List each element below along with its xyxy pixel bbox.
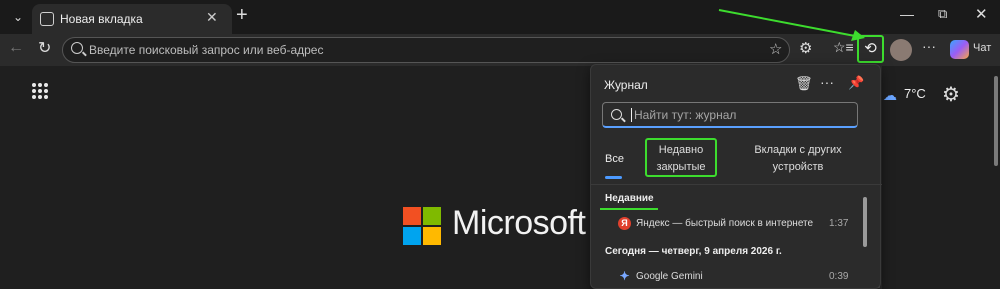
history-search-input[interactable]: Найти тут: журнал — [602, 102, 858, 128]
settings-more-button[interactable]: ··· — [922, 38, 936, 54]
weather-icon[interactable]: ☁ — [883, 87, 897, 104]
address-bar-placeholder: Введите поисковый запрос или веб-адрес — [89, 43, 324, 57]
back-button[interactable]: ← — [8, 39, 24, 57]
history-item[interactable]: Я Яндекс — быстрый поиск в интернете 1:3… — [591, 213, 861, 235]
text-cursor — [631, 108, 632, 122]
history-more-options-button[interactable]: ··· — [820, 74, 834, 90]
gemini-icon: ✦ — [619, 269, 630, 283]
pin-panel-icon[interactable]: 📌 — [848, 75, 864, 91]
yandex-icon: Я — [618, 217, 631, 230]
history-scrollbar[interactable] — [862, 189, 868, 288]
delete-history-icon[interactable]: 🗑 — [795, 75, 813, 92]
tab-other-devices[interactable]: Вкладки с других устройств — [739, 142, 857, 176]
copilot-icon[interactable] — [950, 40, 969, 59]
tab-title: Новая вкладка — [60, 12, 143, 26]
minimize-button[interactable]: — — [900, 6, 914, 22]
browser-tab[interactable]: Новая вкладка ✕ — [32, 4, 232, 34]
profile-avatar[interactable] — [890, 39, 912, 61]
microsoft-brand-text: Microsoft — [452, 204, 586, 242]
tab-all[interactable]: Все — [605, 153, 624, 165]
history-search-placeholder: Найти тут: журнал — [634, 108, 737, 122]
app-launcher-icon[interactable] — [32, 83, 48, 99]
chat-label[interactable]: Чат — [973, 42, 991, 54]
history-panel-title: Журнал — [604, 78, 648, 92]
section-today-heading: Сегодня — четверг, 9 апреля 2026 г. — [605, 246, 782, 257]
highlight-underline — [600, 208, 658, 210]
history-item-title: Google Gemini — [636, 271, 703, 282]
restore-button[interactable]: ⧉ — [938, 6, 947, 22]
history-panel: Журнал 🗑 ··· 📌 Найти тут: журнал Все Нед… — [590, 64, 882, 289]
annotation-arrow — [718, 9, 865, 41]
microsoft-logo-icon — [403, 207, 441, 245]
search-icon — [611, 109, 622, 120]
new-tab-favicon-icon — [40, 12, 54, 26]
tab-recently-closed[interactable]: Недавно закрытые — [645, 138, 717, 177]
window-close-button[interactable]: ✕ — [975, 5, 988, 23]
history-item-time: 0:39 — [829, 271, 849, 282]
history-item[interactable]: ✦ Google Gemini 0:39 — [591, 266, 861, 288]
reload-button[interactable]: ↻ — [38, 38, 51, 58]
tab-close-icon[interactable]: ✕ — [206, 9, 218, 26]
divider — [591, 184, 882, 185]
section-recent-heading: Недавние — [605, 193, 654, 204]
right-scrollbar-thumb[interactable] — [994, 76, 998, 166]
right-scrollbar[interactable] — [992, 66, 1000, 289]
history-item-title: Яндекс — быстрый поиск в интернете — [636, 218, 814, 229]
tab-actions-menu-button[interactable]: ⌄ — [8, 8, 28, 26]
page-settings-gear-icon[interactable]: ⚙ — [942, 82, 960, 107]
new-tab-button[interactable]: + — [236, 4, 248, 27]
search-icon — [71, 42, 83, 54]
weather-temperature[interactable]: 7°C — [904, 86, 926, 101]
history-item-time: 1:37 — [829, 218, 849, 229]
address-bar[interactable]: Введите поисковый запрос или веб-адрес ☆ — [62, 37, 790, 63]
history-scrollbar-thumb[interactable] — [863, 197, 867, 247]
active-tab-indicator — [605, 176, 622, 179]
